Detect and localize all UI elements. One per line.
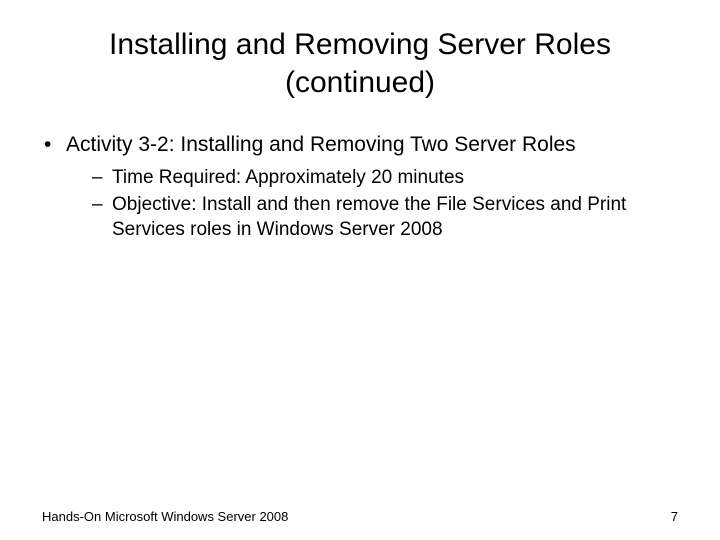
slide-title: Installing and Removing Server Roles (co… (50, 26, 670, 101)
footer-left: Hands-On Microsoft Windows Server 2008 (42, 509, 288, 524)
sub-bullet-text: Time Required: Approximately 20 minutes (112, 167, 464, 188)
footer: Hands-On Microsoft Windows Server 2008 7 (42, 509, 678, 524)
bullet-list: Activity 3-2: Installing and Removing Tw… (30, 131, 690, 242)
sub-bullet-list: Time Required: Approximately 20 minutes … (66, 166, 680, 242)
sub-bullet-text: Objective: Install and then remove the F… (112, 194, 626, 240)
sub-bullet-item: Objective: Install and then remove the F… (92, 193, 680, 242)
sub-bullet-item: Time Required: Approximately 20 minutes (92, 166, 680, 191)
page-number: 7 (671, 509, 678, 524)
bullet-text: Activity 3-2: Installing and Removing Tw… (66, 133, 576, 156)
bullet-item: Activity 3-2: Installing and Removing Tw… (44, 131, 680, 242)
slide: Installing and Removing Server Roles (co… (0, 0, 720, 540)
